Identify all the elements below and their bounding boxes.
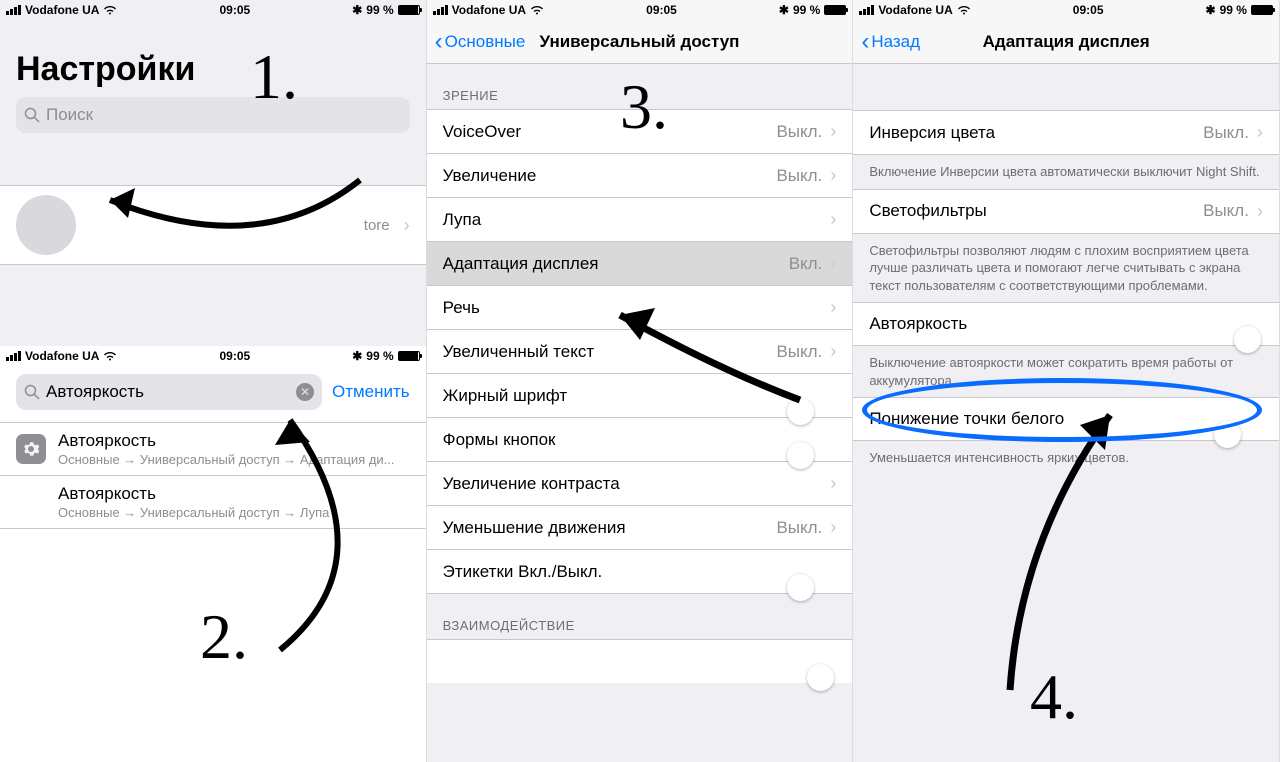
- panel-1: Vodafone UA 09:05 ✱ 99 % Настройки: [0, 0, 427, 762]
- row-invert-colors[interactable]: Инверсия цвета Выкл. ›: [853, 110, 1279, 155]
- row-onoff-labels[interactable]: Этикетки Вкл./Выкл.: [427, 550, 853, 594]
- battery-icon: [824, 5, 846, 15]
- clock: 09:05: [219, 349, 250, 363]
- row-increase-contrast[interactable]: Увеличение контраста ›: [427, 462, 853, 506]
- navbar: ‹ Основные Универсальный доступ: [427, 20, 853, 64]
- gear-icon: [16, 434, 46, 464]
- battery-pct: 99 %: [793, 3, 820, 17]
- row-button-shapes[interactable]: Формы кнопок: [427, 418, 853, 462]
- avatar: [16, 195, 76, 255]
- row-larger-text[interactable]: Увеличенный текст Выкл. ›: [427, 330, 853, 374]
- signal-icon: [433, 5, 448, 15]
- row-magnifier[interactable]: Лупа ›: [427, 198, 853, 242]
- footer-filters: Светофильтры позволяют людям с плохим во…: [853, 234, 1279, 303]
- navbar-title: Адаптация дисплея: [983, 32, 1150, 52]
- status-bar: Vodafone UA 09:05 ✱ 99 %: [427, 0, 853, 20]
- panel-2: Vodafone UA 09:05 ✱ 99 % ‹ Основные Унив…: [427, 0, 854, 762]
- chevron-right-icon: ›: [830, 473, 836, 494]
- bluetooth-icon: ✱: [352, 349, 362, 363]
- row-interaction-first[interactable]: [427, 639, 853, 683]
- chevron-right-icon: ›: [830, 209, 836, 230]
- row-zoom[interactable]: Увеличение Выкл. ›: [427, 154, 853, 198]
- battery-icon: [1251, 5, 1273, 15]
- clock: 09:05: [1073, 3, 1104, 17]
- cancel-button[interactable]: Отменить: [332, 382, 410, 402]
- settings-home: Vodafone UA 09:05 ✱ 99 % Настройки: [0, 0, 426, 346]
- carrier-label: Vodafone UA: [25, 349, 99, 363]
- signal-icon: [6, 5, 21, 15]
- row-reduce-motion[interactable]: Уменьшение движения Выкл. ›: [427, 506, 853, 550]
- wifi-icon: [530, 5, 544, 15]
- signal-icon: [859, 5, 874, 15]
- section-header-vision: ЗРЕНИЕ: [427, 64, 853, 109]
- navbar: ‹ Назад Адаптация дисплея: [853, 20, 1279, 64]
- chevron-right-icon: ›: [830, 253, 836, 274]
- battery-pct: 99 %: [1220, 3, 1247, 17]
- search-icon: [24, 384, 40, 400]
- signal-icon: [6, 351, 21, 361]
- chevron-right-icon: ›: [1257, 122, 1263, 143]
- battery-pct: 99 %: [366, 349, 393, 363]
- back-button[interactable]: ‹ Основные: [435, 20, 526, 64]
- row-display-accommodations[interactable]: Адаптация дисплея Вкл. ›: [427, 242, 853, 286]
- profile-row[interactable]: tore ›: [0, 185, 426, 265]
- row-bold-text[interactable]: Жирный шрифт: [427, 374, 853, 418]
- chevron-right-icon: ›: [404, 215, 410, 236]
- panel-3: Vodafone UA 09:05 ✱ 99 % ‹ Назад Адаптац…: [853, 0, 1280, 762]
- back-label: Основные: [445, 32, 526, 52]
- search-field-active[interactable]: ✕: [16, 374, 322, 410]
- settings-search: Vodafone UA 09:05 ✱ 99 % ✕ Отменить: [0, 346, 426, 762]
- battery-icon: [398, 351, 420, 361]
- chevron-right-icon: ›: [830, 341, 836, 362]
- row-speech[interactable]: Речь ›: [427, 286, 853, 330]
- page-title: Настройки: [0, 20, 426, 97]
- status-bar: Vodafone UA 09:05 ✱ 99 %: [0, 0, 426, 20]
- profile-tail: tore: [90, 217, 390, 234]
- carrier-label: Vodafone UA: [25, 3, 99, 17]
- chevron-right-icon: ›: [1257, 201, 1263, 222]
- search-field[interactable]: [16, 97, 410, 133]
- chevron-left-icon: ‹: [435, 30, 443, 54]
- back-label: Назад: [871, 32, 920, 52]
- status-bar: Vodafone UA 09:05 ✱ 99 %: [853, 0, 1279, 20]
- chevron-right-icon: ›: [830, 517, 836, 538]
- wifi-icon: [103, 351, 117, 361]
- footer-auto: Выключение автояркости может сократить в…: [853, 346, 1279, 397]
- search-result[interactable]: Автояркость Основные → Универсальный дос…: [0, 422, 426, 476]
- chevron-right-icon: ›: [830, 121, 836, 142]
- carrier-label: Vodafone UA: [878, 3, 952, 17]
- chevron-right-icon: ›: [830, 165, 836, 186]
- section-header-interaction: ВЗАИМОДЕЙСТВИЕ: [427, 594, 853, 639]
- result-path: Основные → Универсальный доступ → Адапта…: [58, 452, 395, 467]
- row-auto-brightness[interactable]: Автояркость: [853, 302, 1279, 346]
- result-title: Автояркость: [58, 431, 395, 451]
- chevron-right-icon: ›: [830, 297, 836, 318]
- footer-white: Уменьшается интенсивность ярких цветов.: [853, 441, 1279, 475]
- search-result[interactable]: Автояркость Основные → Универсальный дос…: [0, 476, 426, 529]
- bluetooth-icon: ✱: [1206, 3, 1216, 17]
- battery-pct: 99 %: [366, 3, 393, 17]
- search-icon: [24, 107, 40, 123]
- chevron-left-icon: ‹: [861, 30, 869, 54]
- row-voiceover[interactable]: VoiceOver Выкл. ›: [427, 109, 853, 154]
- bluetooth-icon: ✱: [779, 3, 789, 17]
- row-reduce-white-point[interactable]: Понижение точки белого: [853, 397, 1279, 441]
- battery-icon: [398, 5, 420, 15]
- clock: 09:05: [219, 3, 250, 17]
- footer-invert: Включение Инверсии цвета автоматически в…: [853, 155, 1279, 189]
- clock: 09:05: [646, 3, 677, 17]
- search-input[interactable]: [46, 382, 296, 402]
- bluetooth-icon: ✱: [352, 3, 362, 17]
- row-color-filters[interactable]: Светофильтры Выкл. ›: [853, 189, 1279, 234]
- carrier-label: Vodafone UA: [452, 3, 526, 17]
- search-input[interactable]: [46, 105, 402, 125]
- result-path: Основные → Универсальный доступ → Лупа: [58, 505, 329, 520]
- status-bar: Vodafone UA 09:05 ✱ 99 %: [0, 346, 426, 366]
- result-title: Автояркость: [58, 484, 329, 504]
- back-button[interactable]: ‹ Назад: [861, 20, 920, 64]
- clear-icon[interactable]: ✕: [296, 383, 314, 401]
- wifi-icon: [103, 5, 117, 15]
- navbar-title: Универсальный доступ: [540, 32, 740, 52]
- wifi-icon: [957, 5, 971, 15]
